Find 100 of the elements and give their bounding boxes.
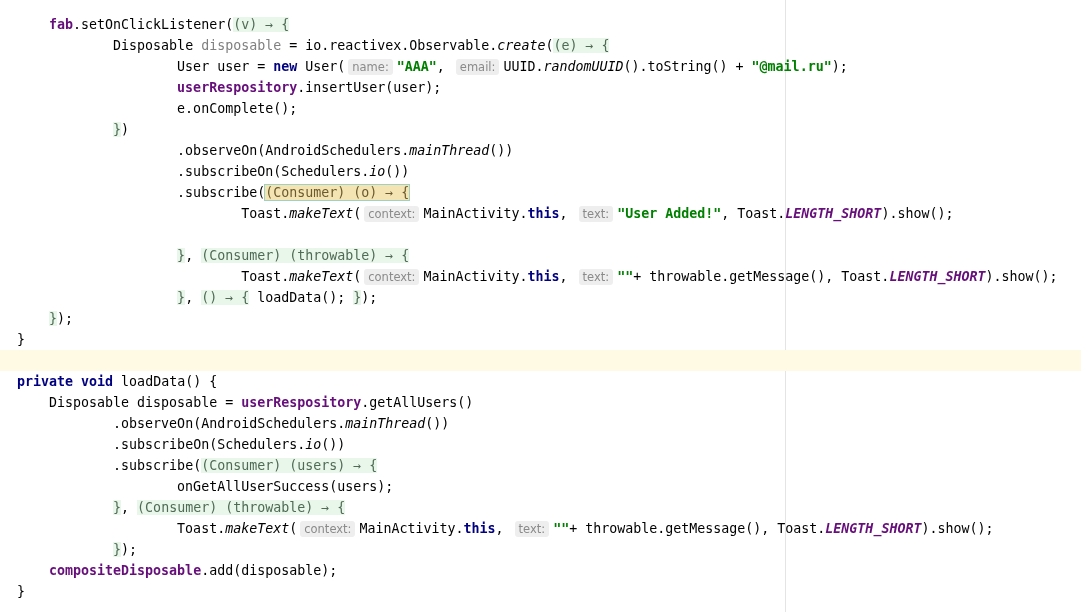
string-literal: "User Added!"	[617, 206, 722, 221]
code-text: .setOnClickListener(	[73, 17, 234, 32]
code-text: loadData();	[257, 290, 347, 305]
code-text: }	[17, 332, 25, 347]
code-text: ,	[185, 290, 195, 305]
code-text: (	[289, 521, 298, 536]
code-text: )	[121, 122, 130, 137]
string-literal: ""	[617, 269, 634, 284]
parameter-hint: context:	[364, 269, 420, 285]
parameter-hint: context:	[300, 521, 356, 537]
lambda-highlight: }	[177, 290, 186, 305]
method-name: makeText	[225, 521, 290, 536]
string-literal: ""	[553, 521, 570, 536]
lambda-highlight: (e) → {	[553, 38, 610, 53]
code-text: );	[121, 542, 138, 557]
lambda-highlight: }	[113, 500, 122, 515]
field-name: userRespository	[177, 80, 298, 95]
lambda-highlight: (Consumer) (users) → {	[201, 458, 378, 473]
keyword: this	[463, 521, 496, 536]
code-text: ).show();	[881, 206, 954, 221]
code-text: .subscribe(	[113, 458, 202, 473]
code-text: .observeOn(AndroidSchedulers.	[177, 143, 410, 158]
keyword: this	[527, 206, 560, 221]
code-text: .getAllUsers()	[361, 395, 474, 410]
code-text: Toast.	[177, 521, 226, 536]
keyword: private	[17, 374, 74, 389]
code-text: ())	[489, 143, 514, 158]
keyword: this	[527, 269, 560, 284]
code-text: );	[361, 290, 378, 305]
unused-variable: disposable	[201, 38, 282, 53]
lambda-highlight: () → {	[201, 290, 250, 305]
code-text: ).show();	[921, 521, 994, 536]
code-text: ())	[425, 416, 450, 431]
code-text: ,	[559, 269, 569, 284]
code-text: .insertUser(user);	[297, 80, 442, 95]
code-text: ,	[121, 500, 131, 515]
code-text: ,	[185, 248, 195, 263]
keyword: new	[273, 59, 298, 74]
code-text: .observeOn(AndroidSchedulers.	[113, 416, 346, 431]
parameter-hint: name:	[348, 59, 393, 75]
code-text: (	[353, 269, 362, 284]
code-text: = io.reactivex.Observable.	[289, 38, 498, 53]
method-name: mainThread	[345, 416, 426, 431]
code-text: );	[57, 311, 74, 326]
constant-name: LENGTH_SHORT	[889, 269, 986, 284]
method-name: makeText	[289, 206, 354, 221]
code-text: UUID.	[503, 59, 544, 74]
code-text: (	[353, 206, 362, 221]
lambda-highlight: }	[177, 248, 186, 263]
method-name: makeText	[289, 269, 354, 284]
code-text: Toast.	[241, 206, 290, 221]
code-text: ).show();	[985, 269, 1058, 284]
parameter-hint: text:	[514, 521, 550, 537]
code-text: (	[545, 38, 554, 53]
code-text: Toast.	[241, 269, 290, 284]
code-text: User(	[305, 59, 346, 74]
code-text: MainActivity.	[423, 206, 528, 221]
code-text: + throwable.getMessage(), Toast.	[633, 269, 890, 284]
method-name: mainThread	[409, 143, 490, 158]
parameter-hint: text:	[578, 206, 614, 222]
code-text: Disposable disposable =	[49, 395, 235, 410]
lambda-highlight: (Consumer) (o) → {	[265, 185, 410, 200]
code-text: + throwable.getMessage(), Toast.	[569, 521, 826, 536]
code-text: User user =	[177, 59, 267, 74]
string-literal: "@mail.ru"	[751, 59, 832, 74]
code-text: ())	[385, 164, 410, 179]
constant-name: LENGTH_SHORT	[825, 521, 922, 536]
parameter-hint: email:	[455, 59, 500, 75]
lambda-highlight: }	[49, 311, 58, 326]
code-text: ,	[495, 521, 505, 536]
method-name: randomUUID	[543, 59, 624, 74]
method-name: io	[305, 437, 322, 452]
code-text: .add(disposable);	[201, 563, 338, 578]
code-text: ,	[436, 59, 446, 74]
keyword: void	[81, 374, 114, 389]
code-text: }	[17, 584, 25, 599]
code-text: MainActivity.	[359, 521, 464, 536]
code-text: .subscribe(	[177, 185, 266, 200]
field-name: userRespository	[241, 395, 362, 410]
code-text: Disposable	[113, 38, 195, 53]
code-text: .subscribeOn(Schedulers.	[177, 164, 370, 179]
string-literal: "AAA"	[396, 59, 437, 74]
code-text: .subscribeOn(Schedulers.	[113, 437, 306, 452]
code-text: ())	[321, 437, 346, 452]
lambda-highlight: }	[353, 290, 362, 305]
constant-name: LENGTH_SHORT	[785, 206, 882, 221]
lambda-highlight: (Consumer) (throwable) → {	[137, 500, 346, 515]
code-text: onGetAllUserSuccess(users);	[177, 479, 394, 494]
field-name: compositeDisposable	[49, 563, 202, 578]
lambda-highlight: (v) → {	[233, 17, 290, 32]
code-text: MainActivity.	[423, 269, 528, 284]
method-name: io	[369, 164, 386, 179]
lambda-highlight: (Consumer) (throwable) → {	[201, 248, 410, 263]
parameter-hint: context:	[364, 206, 420, 222]
lambda-highlight: }	[113, 122, 122, 137]
code-text: );	[831, 59, 848, 74]
code-text: , Toast.	[721, 206, 786, 221]
field-name: fab	[49, 17, 74, 32]
lambda-highlight: }	[113, 542, 122, 557]
code-text: loadData() {	[121, 374, 218, 389]
